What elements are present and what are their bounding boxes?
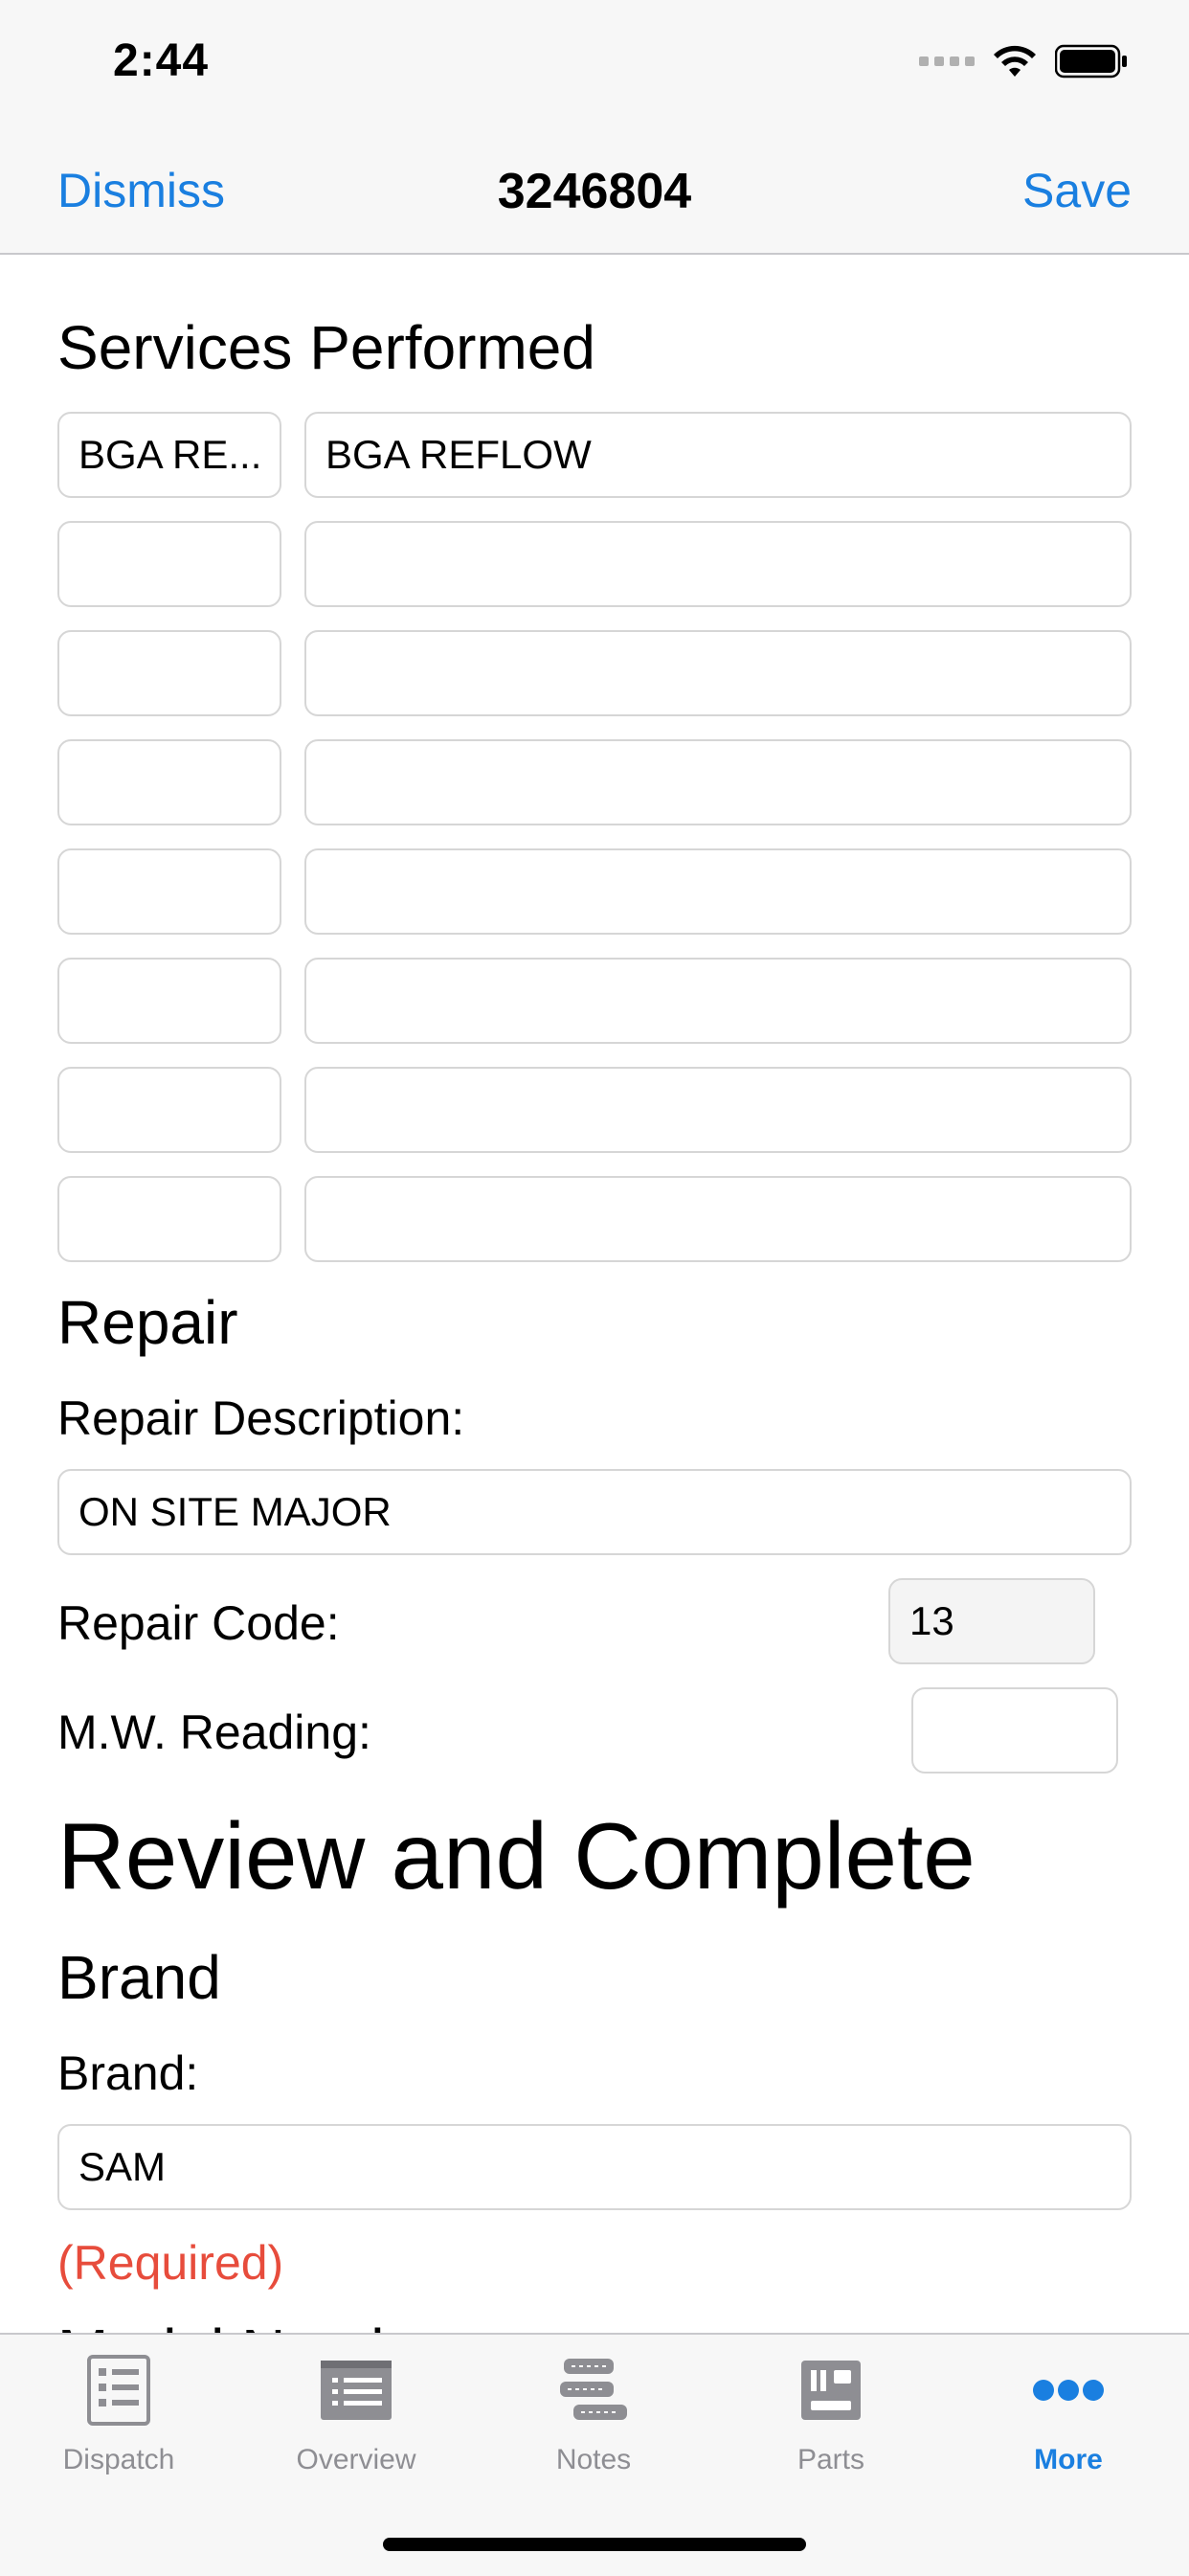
repair-heading: Repair: [57, 1288, 238, 1357]
repair-description-field[interactable]: ON SITE MAJOR: [57, 1469, 1132, 1555]
repair-code-label: Repair Code:: [57, 1596, 340, 1650]
tab-parts-label: Parts: [796, 2444, 865, 2475]
tab-dispatch-label: Dispatch: [62, 2444, 175, 2475]
service-code-field[interactable]: [57, 958, 281, 1044]
more-icon: [1033, 2380, 1104, 2401]
home-indicator[interactable]: [383, 2538, 806, 2551]
tab-bar: Dispatch Overview Notes Parts More: [0, 2333, 1189, 2576]
checklist-icon: [87, 2355, 150, 2426]
status-time: 2:44: [113, 35, 210, 86]
repair-code-field[interactable]: 13: [888, 1578, 1095, 1664]
review-complete-heading: Review and Complete: [57, 1803, 976, 1909]
status-bar: 2:44: [0, 0, 1189, 126]
required-indicator: (Required): [57, 2236, 284, 2290]
service-description-field[interactable]: [304, 739, 1132, 825]
status-icons: [919, 42, 1128, 80]
service-code-field[interactable]: BGA RE...: [57, 412, 281, 498]
services-performed-heading: Services Performed: [57, 313, 595, 382]
service-code-field[interactable]: [57, 739, 281, 825]
list-icon: [321, 2361, 392, 2420]
repair-description-label: Repair Description:: [57, 1391, 465, 1445]
save-button[interactable]: Save: [1022, 163, 1132, 218]
service-code-field[interactable]: [57, 630, 281, 716]
service-description-field[interactable]: [304, 630, 1132, 716]
tab-notes-label: Notes: [555, 2444, 632, 2475]
tab-overview[interactable]: Overview: [237, 2352, 475, 2496]
form-content[interactable]: Services Performed BGA RE... BGA REFLOW …: [0, 255, 1189, 2333]
service-description-field[interactable]: [304, 848, 1132, 935]
tab-dispatch[interactable]: Dispatch: [0, 2352, 237, 2496]
battery-icon: [1055, 44, 1127, 79]
mw-reading-field[interactable]: [911, 1687, 1118, 1774]
service-description-field[interactable]: [304, 1176, 1132, 1262]
brand-heading: Brand: [57, 1943, 221, 2012]
service-description-field[interactable]: [304, 1067, 1132, 1153]
service-description-field[interactable]: [304, 958, 1132, 1044]
service-code-field[interactable]: [57, 1067, 281, 1153]
service-code-field[interactable]: [57, 1176, 281, 1262]
wifi-icon: [994, 45, 1036, 77]
tab-more[interactable]: More: [950, 2352, 1187, 2496]
tab-more-label: More: [1034, 2444, 1103, 2475]
tab-parts[interactable]: Parts: [712, 2352, 950, 2496]
notes-icon: [560, 2359, 627, 2420]
mw-reading-label: M.W. Reading:: [57, 1706, 371, 1759]
service-description-field[interactable]: [304, 521, 1132, 607]
brand-label: Brand:: [57, 2046, 199, 2100]
tab-notes[interactable]: Notes: [475, 2352, 712, 2496]
model-number-heading: Model Number: [57, 2316, 460, 2333]
service-code-field[interactable]: [57, 848, 281, 935]
navigation-bar: Dismiss 3246804 Save: [0, 126, 1189, 255]
parts-icon: [801, 2361, 861, 2420]
cellular-signal-icon: [919, 56, 975, 66]
tab-overview-label: Overview: [296, 2444, 416, 2475]
service-code-field[interactable]: [57, 521, 281, 607]
service-description-field[interactable]: BGA REFLOW: [304, 412, 1132, 498]
page-title: 3246804: [497, 164, 692, 219]
brand-field[interactable]: SAM: [57, 2124, 1132, 2210]
